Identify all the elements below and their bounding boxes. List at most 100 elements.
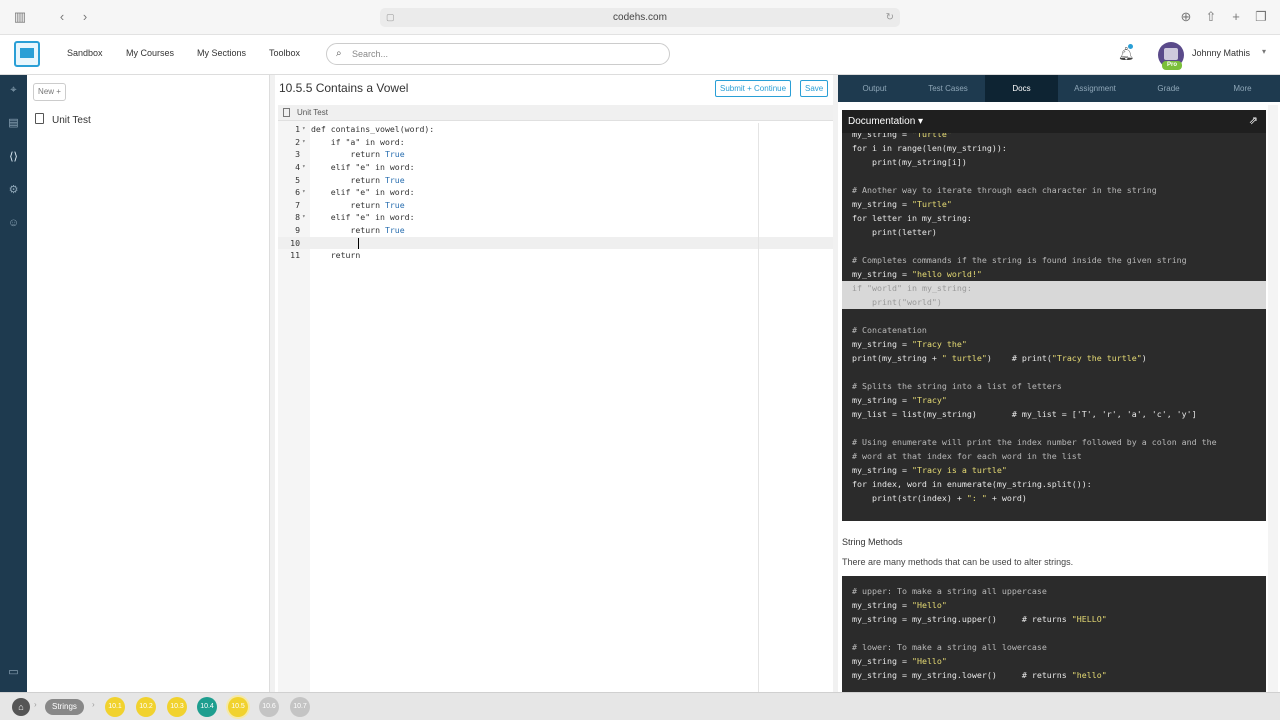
doc-code-line: # Splits the string into a list of lette… [852,381,1062,391]
tabs-icon[interactable]: ❐ [1253,9,1269,25]
doc-code-line: if "world" in my_string: [842,281,1266,295]
search-icon: ⌕ [336,48,342,59]
chevron-down-icon[interactable]: ▾ [1262,47,1266,56]
fold-icon[interactable]: ▾ [302,161,306,174]
scrollbar[interactable] [1268,105,1278,692]
doc-code-line: # Completes commands if the string is fo… [852,255,1187,265]
breadcrumb[interactable]: Strings [45,699,84,715]
lesson-10-2[interactable]: 10.2 [136,697,156,717]
docs-code-block-2: # upper: To make a string all uppercase m… [842,576,1266,692]
right-tabs: Output Test Cases Docs Assignment Grade … [838,75,1280,102]
file-icon [283,108,290,117]
code-text: if "a" in word: [311,136,405,147]
save-button[interactable]: Save [800,80,829,97]
nav-sandbox[interactable]: Sandbox [67,48,103,58]
fold-icon[interactable]: ▾ [302,136,306,149]
code-text: return True [311,225,405,236]
line-number: 4 [295,161,300,172]
lesson-10-5[interactable]: 10.5 [228,697,248,717]
notification-dot [1128,44,1133,49]
new-file-button[interactable]: New + [33,83,66,101]
user-name[interactable]: Johnny Mathis [1192,48,1250,58]
code-text: elif "e" in word: [311,187,415,198]
tab-grade[interactable]: Grade [1132,75,1205,102]
sidebar-icon[interactable]: ▥ [12,9,28,25]
code-editor[interactable]: 1 ▾ def contains_vowel(word): 2 ▾ if "a" in … [278,123,833,262]
fold-icon[interactable]: ▾ [302,186,306,199]
code-line[interactable]: 9 return True [278,224,833,237]
line-number: 1 [295,124,300,134]
code-text: return True [311,174,405,185]
browser-toolbar: ▥ ‹ › ▢ codehs.com ↻ ⊕ ⇧ + ❐ [0,0,1280,35]
code-line[interactable]: 10 [278,236,833,250]
code-line[interactable]: 2 ▾ if "a" in word: [278,136,833,149]
url-text: codehs.com [613,12,667,23]
lock-icon: ▢ [386,12,395,22]
fold-icon[interactable]: ▾ [302,211,306,224]
docs-code-block: my_string = "Turtle" for i in range(len(m… [842,133,1266,521]
file-item-unit-test[interactable]: Unit Test [35,113,91,127]
code-line[interactable]: 5 return True [278,174,833,187]
new-tab-icon[interactable]: + [1228,9,1244,25]
tab-unit-test[interactable]: Unit Test [278,105,833,121]
tab-label: Unit Test [297,108,328,117]
code-text: def contains_vowel(word): [311,124,435,134]
doc-code-line [842,421,1266,435]
doc-code-line: print(letter) [852,227,937,237]
tab-docs[interactable]: Docs [985,75,1058,102]
code-text: return True [311,199,405,210]
doc-code-line: my_string = "Tracy the" [852,339,967,349]
forward-icon[interactable]: › [77,9,93,25]
code-line[interactable]: 4 ▾ elif "e" in word: [278,161,833,174]
nav-my-sections[interactable]: My Sections [197,48,246,58]
nav-my-courses[interactable]: My Courses [126,48,174,58]
terminal-icon[interactable]: ▭ [7,666,20,679]
doc-code-line: # upper: To make a string all uppercase [852,586,1047,596]
lesson-10-1[interactable]: 10.1 [105,697,125,717]
calendar-icon[interactable]: ▤ [7,117,20,130]
codehs-logo[interactable] [14,41,40,67]
fold-icon[interactable]: ▾ [302,123,306,136]
lesson-10-4[interactable]: 10.4 [197,697,217,717]
tab-more[interactable]: More [1205,75,1280,102]
code-line[interactable]: 1 ▾ def contains_vowel(word): [278,123,833,136]
code-icon[interactable]: ⟨⟩ [7,151,20,164]
lesson-10-6[interactable]: 10.6 [259,697,279,717]
gear-icon[interactable]: ⚙ [7,184,20,197]
tab-test-cases[interactable]: Test Cases [911,75,985,102]
code-line[interactable]: 7 return True [278,199,833,212]
share-icon[interactable]: ⇧ [1203,9,1219,25]
submit-continue-button[interactable]: Submit + Continue [715,80,792,97]
doc-code-line: my_string = "hello world!" [852,269,982,279]
lesson-10-3[interactable]: 10.3 [167,697,187,717]
nav-toolbox[interactable]: Toolbox [269,48,300,58]
code-line[interactable]: 3 return True [278,148,833,161]
line-number: 5 [295,174,300,185]
doc-code-line: my_string = "Turtle" [852,133,952,139]
external-link-icon[interactable]: ⇗ [1249,114,1258,127]
code-line[interactable]: 8 ▾ elif "e" in word: [278,211,833,224]
documentation-dropdown[interactable]: Documentation ▾ [848,116,923,127]
lesson-10-7[interactable]: 10.7 [290,697,310,717]
reload-icon[interactable]: ↻ [886,8,894,27]
doc-code-line: print(str(index) + ": " + word) [852,493,1027,503]
line-number: 9 [295,225,300,236]
search-placeholder: Search... [352,49,389,59]
users-icon[interactable]: ☺ [7,217,20,230]
download-icon[interactable]: ⊕ [1178,9,1194,25]
map-icon[interactable]: ⌖ [7,84,20,97]
address-bar[interactable]: ▢ codehs.com ↻ [380,8,900,27]
search-input[interactable]: ⌕ Search... [326,43,670,65]
code-line[interactable]: 6 ▾ elif "e" in word: [278,186,833,199]
tab-output[interactable]: Output [838,75,911,102]
tab-assignment[interactable]: Assignment [1058,75,1132,102]
section-title: String Methods [842,537,903,547]
doc-code-line: my_string = "Tracy" [852,395,947,405]
doc-code-line: my_string = my_string.lower() # returns … [852,670,1107,680]
code-text: elif "e" in word: [311,212,415,223]
code-text: elif "e" in word: [311,161,415,172]
doc-code-line: print(my_string + " turtle") # print("Tr… [852,353,1147,363]
home-icon[interactable]: ⌂ [12,698,30,716]
back-icon[interactable]: ‹ [54,9,70,25]
code-line[interactable]: 11 return [278,249,833,262]
